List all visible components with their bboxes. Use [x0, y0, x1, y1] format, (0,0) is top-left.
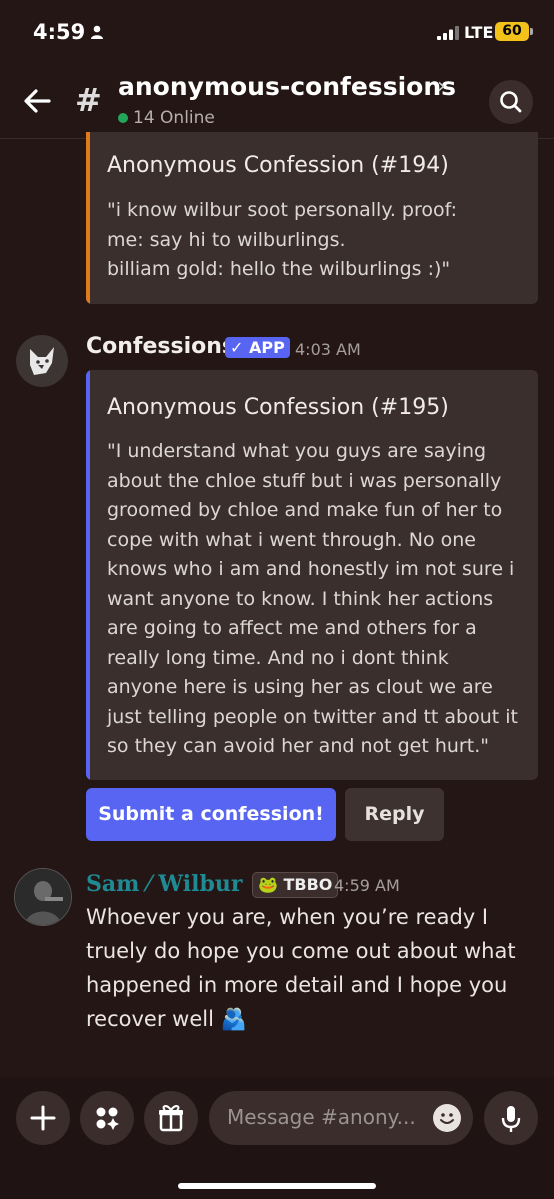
- app-badge: ✓ APP: [225, 337, 290, 358]
- message-timestamp: 4:59 AM: [334, 876, 400, 895]
- message-text: Whoever you are, when you’re ready I tru…: [86, 905, 516, 1031]
- gift-button[interactable]: [144, 1091, 198, 1145]
- message-author[interactable]: Sam ⁄ Wilbur: [86, 871, 242, 897]
- message-input[interactable]: Message #anony...: [209, 1091, 473, 1145]
- submit-confession-button[interactable]: Submit a confession!: [86, 788, 336, 841]
- confession-embed-194: Anonymous Confession (#194) "i know wilb…: [86, 132, 538, 304]
- message-input-placeholder: Message #anony...: [227, 1105, 416, 1129]
- network-type: LTE: [464, 23, 494, 42]
- server-tag-badge: 🐸 TBBO: [252, 872, 339, 898]
- avatar[interactable]: [14, 868, 72, 926]
- microphone-icon: [501, 1106, 521, 1132]
- back-arrow-icon[interactable]: [22, 86, 52, 116]
- online-count: 14 Online: [133, 108, 215, 128]
- signal-icon: [437, 26, 459, 40]
- message-composer: Message #anony...: [0, 1077, 554, 1199]
- channel-hash-icon: #: [75, 81, 102, 119]
- embed-body: "I understand what you guys are saying a…: [107, 440, 518, 757]
- channel-name[interactable]: anonymous-confessions: [118, 72, 456, 101]
- emoji-button[interactable]: [433, 1104, 461, 1132]
- battery-tip: [530, 28, 533, 35]
- gift-icon: [159, 1105, 183, 1132]
- embed-title: Anonymous Confession (#194): [107, 153, 449, 178]
- status-time: 4:59: [33, 20, 86, 44]
- reply-button[interactable]: Reply: [345, 788, 444, 841]
- search-button[interactable]: [489, 80, 533, 124]
- status-bar: 4:59 LTE 60: [0, 0, 554, 66]
- message-author[interactable]: Confessions: [86, 334, 235, 359]
- plus-icon: [30, 1105, 56, 1131]
- search-icon: [500, 91, 522, 113]
- apps-button[interactable]: [80, 1091, 134, 1145]
- embed-accent-bar: [86, 370, 90, 780]
- message-timestamp: 4:03 AM: [295, 340, 361, 359]
- battery-icon: 60: [495, 22, 529, 41]
- person-icon: [91, 25, 103, 39]
- embed-body: "i know wilbur soot personally. proof: m…: [107, 199, 458, 280]
- channel-header: # anonymous-confessions › 14 Online: [0, 66, 554, 139]
- home-indicator[interactable]: [178, 1183, 376, 1189]
- avatar[interactable]: [16, 335, 68, 387]
- fox-logo-icon: [30, 347, 54, 375]
- embed-accent-bar: [86, 132, 90, 304]
- emoji-smile-icon: [440, 1113, 454, 1124]
- confession-embed-195: Anonymous Confession (#195) "I understan…: [86, 370, 538, 780]
- chevron-right-icon[interactable]: ›: [437, 74, 446, 99]
- voice-message-button[interactable]: [484, 1091, 538, 1145]
- user-photo-icon: [15, 869, 71, 925]
- apps-sparkle-icon: [96, 1107, 119, 1130]
- embed-title: Anonymous Confession (#195): [107, 395, 449, 420]
- add-attachment-button[interactable]: [16, 1091, 70, 1145]
- online-dot-icon: [118, 113, 128, 123]
